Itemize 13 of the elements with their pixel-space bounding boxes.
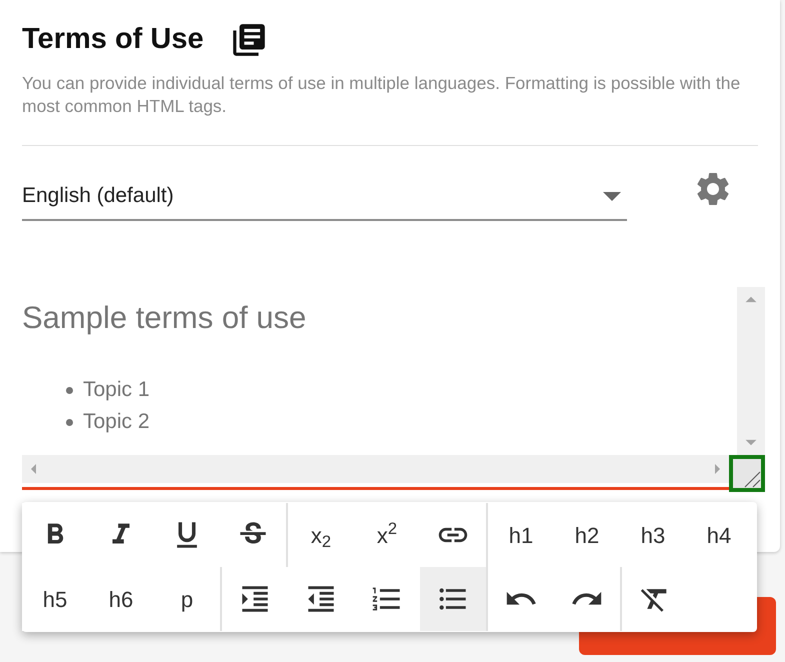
resize-handle[interactable] xyxy=(729,454,765,492)
editor-list-item: Topic 2 xyxy=(66,406,737,438)
text-editor[interactable]: Sample terms of use Topic 1 Topic 2 xyxy=(22,286,765,490)
format-button[interactable] xyxy=(420,567,486,631)
bullet-icon xyxy=(66,418,73,426)
bullet-icon xyxy=(66,386,73,394)
page-title: Terms of Use xyxy=(22,22,204,57)
editor-list-item: Topic 1 xyxy=(66,374,737,406)
dropdown-caret-icon xyxy=(603,192,621,200)
language-value: English (default) xyxy=(22,183,174,210)
description-text: You can provide individual terms of use in multiple languages. Formatting is possible with the most common HTML tags. xyxy=(22,72,742,118)
editor-heading: Sample terms of use xyxy=(22,298,308,336)
language-select[interactable]: English (default) xyxy=(22,174,627,220)
